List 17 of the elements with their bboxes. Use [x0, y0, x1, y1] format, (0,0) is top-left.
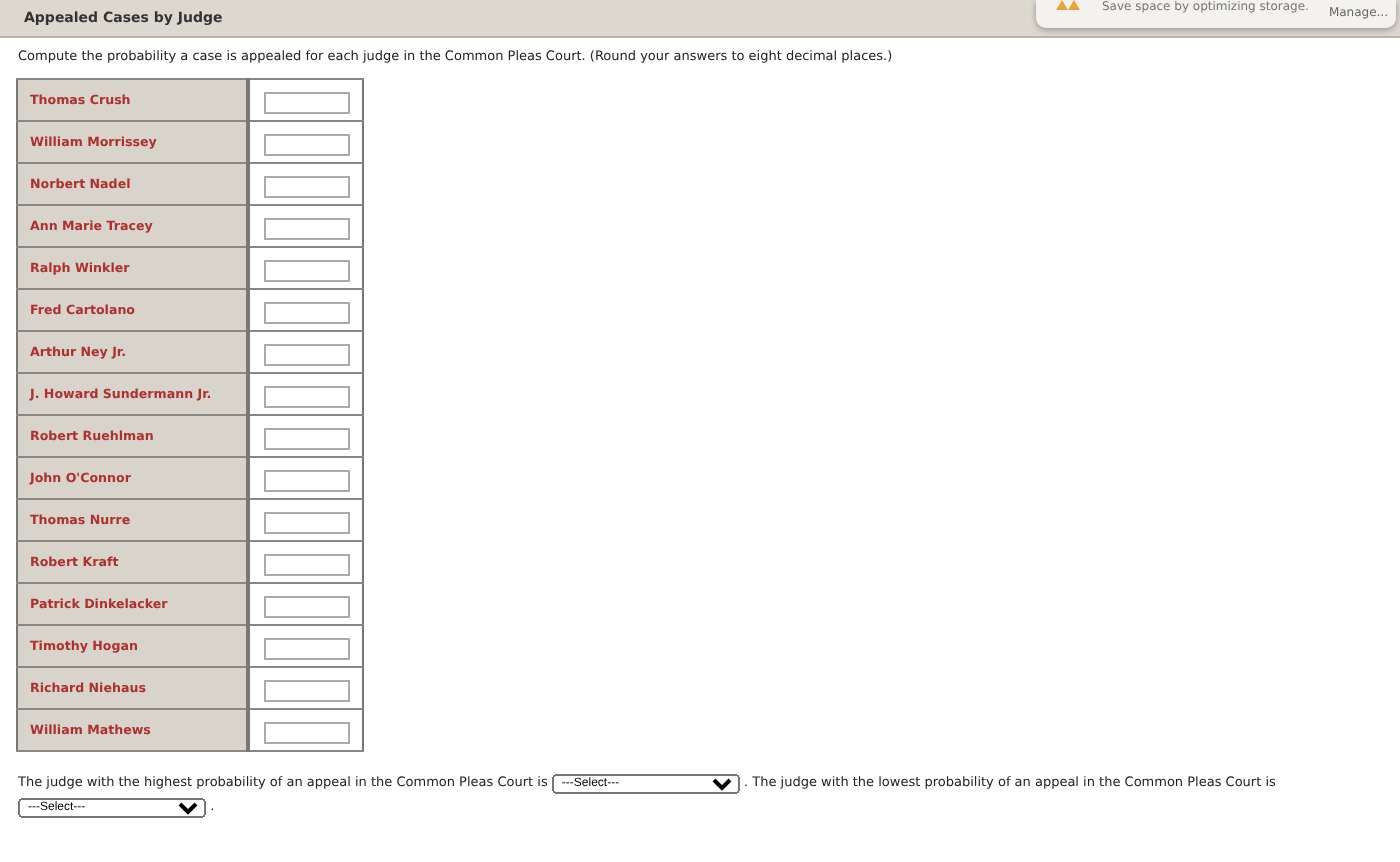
answer-field[interactable] [263, 553, 349, 575]
answer-field[interactable] [263, 595, 349, 617]
answer-field[interactable] [263, 301, 349, 323]
answer-field[interactable] [263, 133, 349, 155]
answer-field[interactable] [263, 427, 349, 449]
answer-field[interactable] [263, 175, 349, 197]
answer-field[interactable] [263, 721, 349, 743]
answer-field[interactable] [263, 511, 349, 533]
warning-icon [1056, 0, 1080, 10]
answer-field[interactable] [263, 637, 349, 659]
answer-field[interactable] [263, 469, 349, 491]
answer-field[interactable] [263, 91, 349, 113]
answer-field[interactable] [263, 679, 349, 701]
answer-field[interactable] [263, 385, 349, 407]
answer-field[interactable] [263, 343, 349, 365]
answer-field[interactable] [263, 259, 349, 281]
answer-field[interactable] [263, 217, 349, 239]
